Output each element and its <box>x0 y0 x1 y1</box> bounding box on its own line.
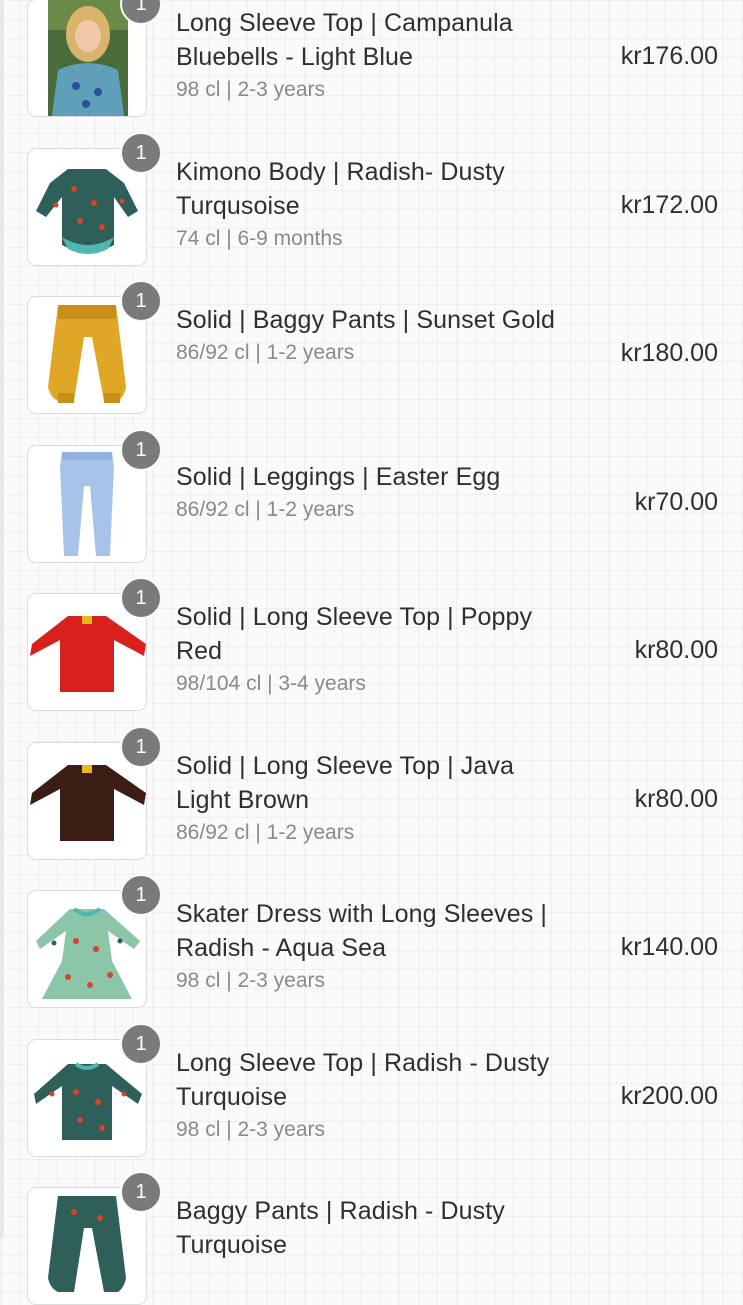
item-info: Solid | Long Sleeve Top | Poppy Red 98/1… <box>176 600 566 700</box>
cart-item[interactable]: 1 Long Sleeve Top | Campanula Bluebells … <box>0 0 743 117</box>
cart-item[interactable]: 1 Baggy Pants | Radish - Dusty Turquoise <box>0 1138 743 1305</box>
item-title[interactable]: Baggy Pants | Radish - Dusty Turquoise <box>176 1194 566 1262</box>
quantity-badge: 1 <box>120 131 162 174</box>
item-info: Skater Dress with Long Sleeves | Radish … <box>176 897 566 997</box>
item-title[interactable]: Solid | Long Sleeve Top | Poppy Red <box>176 600 566 668</box>
item-price: kr180.00 <box>620 339 718 367</box>
item-price: kr176.00 <box>620 42 718 70</box>
cart-item-list: 1 Long Sleeve Top | Campanula Bluebells … <box>0 0 743 1305</box>
cart-item[interactable]: 1 Solid | Long Sleeve Top | Poppy Red 98… <box>0 544 743 711</box>
item-info: Baggy Pants | Radish - Dusty Turquoise <box>176 1194 566 1262</box>
item-title[interactable]: Solid | Baggy Pants | Sunset Gold <box>176 303 566 337</box>
quantity-badge: 1 <box>120 725 162 768</box>
item-variant: 86/92 cl | 1-2 years <box>176 341 355 364</box>
cart-item[interactable]: 1 Solid | Baggy Pants | Sunset Gold 86/9… <box>0 247 743 414</box>
quantity-badge: 1 <box>120 874 162 916</box>
quantity-badge: 1 <box>120 1022 162 1065</box>
item-price: kr80.00 <box>634 784 718 813</box>
item-title[interactable]: Skater Dress with Long Sleeves | Radish … <box>176 897 566 965</box>
cart-item[interactable]: 1 Solid | Leggings | Easter Egg 86/92 cl… <box>0 396 743 563</box>
item-price: kr200.00 <box>620 1081 718 1110</box>
item-info: Solid | Leggings | Easter Egg 86/92 cl |… <box>176 460 566 526</box>
item-info: Solid | Long Sleeve Top | Java Light Bro… <box>176 749 566 849</box>
item-title[interactable]: Long Sleeve Top | Radish - Dusty Turquoi… <box>176 1046 566 1114</box>
quantity-badge: 1 <box>120 1171 162 1213</box>
item-price: kr80.00 <box>634 636 718 664</box>
item-info: Solid | Baggy Pants | Sunset Gold 86/92 … <box>176 303 566 369</box>
cart-item[interactable]: 1 Skater Dress with Long Sleeves | Radis… <box>0 841 743 1008</box>
quantity-badge: 1 <box>120 280 162 322</box>
item-price: kr70.00 <box>634 487 718 516</box>
product-thumbnail[interactable]: 1 <box>27 1171 162 1305</box>
item-info: Kimono Body | Radish- Dusty Turqusoise 7… <box>176 155 566 255</box>
item-title[interactable]: Solid | Long Sleeve Top | Java Light Bro… <box>176 749 566 817</box>
item-title[interactable]: Kimono Body | Radish- Dusty Turqusoise <box>176 155 566 223</box>
cart-item[interactable]: 1 Kimono Body | Radish- Dusty Turqusoise… <box>0 99 743 266</box>
item-price: kr172.00 <box>620 190 718 219</box>
item-price: kr140.00 <box>620 933 718 961</box>
quantity-badge: 1 <box>120 577 162 619</box>
cart-item[interactable]: 1 Solid | Long Sleeve Top | Java Light B… <box>0 693 743 860</box>
item-info: Long Sleeve Top | Radish - Dusty Turquoi… <box>176 1046 566 1146</box>
item-title[interactable]: Long Sleeve Top | Campanula Bluebells - … <box>176 6 566 74</box>
cart-item[interactable]: 1 Long Sleeve Top | Radish - Dusty Turqu… <box>0 990 743 1157</box>
quantity-badge: 1 <box>120 428 162 471</box>
item-title[interactable]: Solid | Leggings | Easter Egg <box>176 460 566 494</box>
item-info: Long Sleeve Top | Campanula Bluebells - … <box>176 6 566 106</box>
item-variant: 86/92 cl | 1-2 years <box>176 497 355 521</box>
